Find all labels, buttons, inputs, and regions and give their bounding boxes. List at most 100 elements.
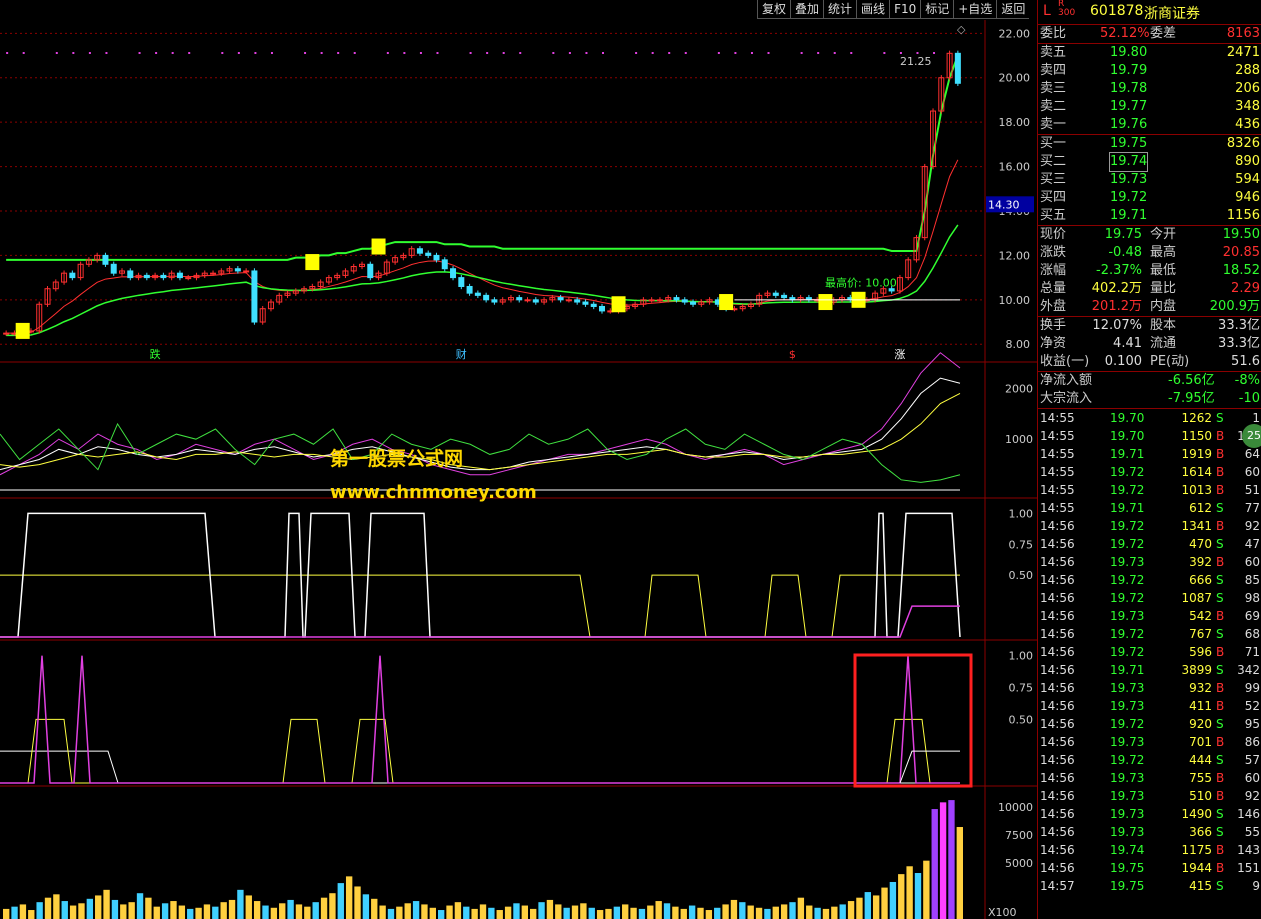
chart-area[interactable]: 8.0010.0012.0014.0016.0018.0020.0022.00最… (0, 0, 1037, 919)
stock-code[interactable]: 601878 (1090, 3, 1143, 19)
signal-marker (611, 296, 626, 313)
bid-label: 买五 (1040, 208, 1067, 223)
volume-bar (103, 889, 110, 919)
bid-price: 19.75 (1110, 136, 1148, 151)
toolbar-f10-button[interactable]: F10 (889, 0, 921, 19)
tick-count: 146 (1237, 807, 1260, 821)
volume-bar (245, 895, 252, 919)
tick-list[interactable]: 14:5519.701262S114:5519.701150B10914:551… (1038, 409, 1261, 895)
bid-volume: 8326 (1226, 136, 1260, 151)
tick-volume: 1087 (1181, 591, 1212, 605)
candle-body (251, 270, 258, 323)
stat-value: 19.75 (1104, 227, 1142, 242)
ratio-label: 委比 (1040, 26, 1067, 41)
ask-row[interactable]: 卖一 19.76 436 (1038, 116, 1261, 134)
candle-body (143, 274, 150, 279)
tick-count: 85 (1244, 573, 1260, 587)
volume-bar (948, 800, 955, 919)
tick-time: 14:57 (1040, 879, 1075, 893)
volume-bar (923, 860, 930, 919)
signal-dot (386, 52, 389, 54)
tick-volume: 415 (1189, 879, 1212, 893)
pulse-baseline-white (0, 750, 960, 784)
volume-bar (371, 898, 378, 919)
tick-side: B (1216, 735, 1225, 749)
signal-dot (155, 52, 158, 54)
toolbar-back-button[interactable]: 返回 (996, 0, 1030, 19)
bid-label: 买一 (1040, 136, 1067, 151)
tick-row: 14:57 19.75 415 S 9 (1038, 877, 1261, 895)
tick-time: 14:55 (1040, 411, 1075, 425)
bid-row[interactable]: 买五 19.71 1156 (1038, 207, 1261, 225)
candle-body (656, 299, 663, 302)
tick-price: 19.72 (1110, 519, 1145, 533)
bid-row[interactable]: 买三 19.73 594 (1038, 171, 1261, 189)
signal-dot (254, 52, 257, 54)
candle-body (416, 248, 423, 254)
volume-bar (488, 907, 495, 919)
signal-dot (767, 52, 770, 54)
ask-row[interactable]: 卖四 19.79 288 (1038, 62, 1261, 80)
signal-dot (717, 52, 720, 54)
tick-side: B (1216, 429, 1225, 443)
tick-volume: 1150 (1181, 429, 1212, 443)
tick-price: 19.74 (1110, 843, 1145, 857)
volume-bar (78, 903, 85, 919)
chart-canvas[interactable]: 8.0010.0012.0014.0016.0018.0020.0022.00最… (0, 0, 1037, 919)
toolbar-mark-button[interactable]: 标记 (920, 0, 954, 19)
float-badge[interactable]: 25 (1242, 424, 1261, 448)
volume-bar (588, 907, 595, 919)
toolbar-add-watchlist-button[interactable]: +自选 (953, 0, 997, 19)
tick-row: 14:56 19.72 1341 B 92 (1038, 517, 1261, 535)
toolbar-draw-button[interactable]: 画线 (856, 0, 890, 19)
signal-dot (221, 52, 224, 54)
volume-bar (789, 902, 796, 919)
tick-time: 14:55 (1040, 465, 1075, 479)
tick-volume: 701 (1189, 735, 1212, 749)
stat-row: 收益(一) 0.100 PE(动) 51.6 (1038, 353, 1261, 371)
bid-price: 19.72 (1110, 190, 1148, 205)
tick-count: 52 (1244, 699, 1260, 713)
volume-bar (906, 866, 913, 919)
candle-body (474, 292, 481, 296)
stat-label: 最低 (1150, 263, 1177, 278)
highlight-box (853, 653, 973, 788)
high-price-annotation: 最高价: 10.00 (825, 275, 897, 289)
tick-side: B (1216, 843, 1225, 857)
bid-row[interactable]: 买一 19.75 8326 (1038, 135, 1261, 153)
toolbar-overlay-button[interactable]: 叠加 (790, 0, 824, 19)
volume-bar (898, 874, 905, 919)
signal-dot (6, 52, 9, 54)
signal-dot (55, 52, 58, 54)
y-tick-label: 0.75 (1009, 538, 1034, 551)
toolbar-fuquan-button[interactable]: 复权 (757, 0, 791, 19)
stat-value: 51.6 (1231, 354, 1260, 369)
stat-value: -0.48 (1108, 245, 1142, 260)
tick-side: S (1216, 537, 1224, 551)
bid-label: 买二 (1040, 154, 1067, 169)
bid-row[interactable]: 买二 19.74 890 (1038, 152, 1261, 172)
signal-marker (719, 294, 734, 311)
stock-name[interactable]: 浙商证券 (1144, 3, 1200, 23)
tick-price: 19.73 (1110, 609, 1145, 623)
bid-row[interactable]: 买四 19.72 946 (1038, 189, 1261, 207)
tick-count: 57 (1244, 753, 1260, 767)
tick-count: 95 (1244, 717, 1260, 731)
volume-bar (404, 903, 411, 919)
signal-dot (237, 52, 240, 54)
volume-bar (856, 897, 863, 919)
candle-body (954, 52, 961, 84)
volume-bar (580, 903, 587, 919)
candle-body (160, 274, 167, 279)
toolbar-stats-button[interactable]: 统计 (823, 0, 857, 19)
tick-row: 14:56 19.73 1490 S 146 (1038, 805, 1261, 823)
flow-value: -6.56亿 (1168, 373, 1215, 388)
ask-row[interactable]: 卖五 19.80 2471 (1038, 44, 1261, 62)
volume-bar (638, 908, 646, 919)
ask-row[interactable]: 卖二 19.77 348 (1038, 98, 1261, 116)
volume-bar (145, 897, 152, 919)
candle-body (681, 299, 688, 303)
ask-row[interactable]: 卖三 19.78 206 (1038, 80, 1261, 98)
volume-bar (571, 905, 579, 919)
volume-bar (764, 908, 771, 919)
